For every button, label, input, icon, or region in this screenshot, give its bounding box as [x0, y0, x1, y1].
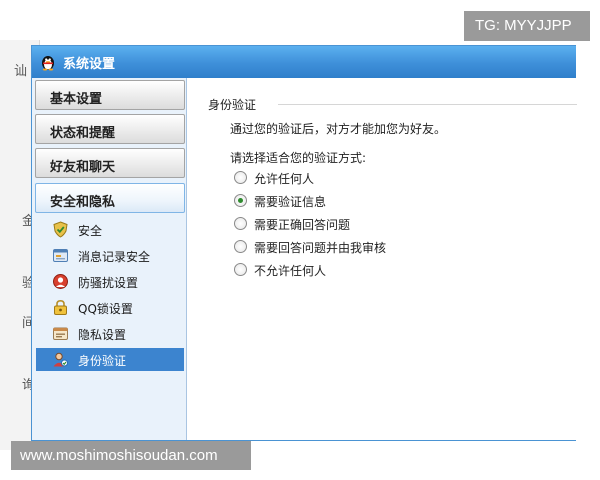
qq-penguin-icon: [42, 56, 54, 71]
identity-verification-panel: 身份验证 通过您的验证后，对方才能加您为好友。 请选择适合您的验证方式: 允许任…: [188, 78, 577, 440]
verification-description: 通过您的验证后，对方才能加您为好友。: [230, 122, 447, 136]
option-label: 需要回答问题并由我审核: [254, 241, 387, 255]
sidebar-item-privacy[interactable]: 隐私设置: [36, 322, 184, 345]
user-verify-icon: [53, 352, 68, 367]
sidebar-item-label: 安全: [78, 224, 103, 238]
privacy-icon: [53, 327, 68, 340]
sidebar-item-message-log-security[interactable]: 消息记录安全: [36, 244, 184, 267]
settings-dialog: 系统设置 基本设置 状态和提醒 好友和聊天 安全和隐私 安全 消息记录安全 防骚…: [31, 45, 577, 441]
sidebar-item-qq-lock[interactable]: QQ锁设置: [36, 296, 184, 319]
title-bar[interactable]: 系统设置: [32, 46, 576, 78]
settings-sidebar: 基本设置 状态和提醒 好友和聊天 安全和隐私 安全 消息记录安全 防骚扰设置 Q…: [32, 78, 187, 440]
radio-button[interactable]: [234, 194, 247, 207]
radio-button[interactable]: [234, 240, 247, 253]
lock-icon: [54, 299, 67, 315]
category-status-reminders[interactable]: 状态和提醒: [35, 114, 185, 144]
window-title: 系统设置: [63, 57, 116, 72]
verification-prompt: 请选择适合您的验证方式:: [230, 151, 367, 165]
option-label: 允许任何人: [254, 172, 315, 186]
sidebar-item-security[interactable]: 安全: [36, 218, 184, 241]
background-text: 讪: [14, 64, 28, 79]
section-title: 身份验证: [208, 98, 257, 112]
option-label: 需要验证信息: [254, 195, 327, 209]
sidebar-item-anti-harassment[interactable]: 防骚扰设置: [36, 270, 184, 293]
option-label: 不允许任何人: [254, 264, 327, 278]
section-divider: [278, 104, 577, 105]
watermark-tg: TG: MYYJJPP: [464, 11, 590, 41]
sidebar-item-label: 消息记录安全: [78, 250, 151, 264]
sidebar-item-identity-verification[interactable]: 身份验证: [36, 348, 184, 371]
shield-icon: [53, 221, 68, 238]
radio-button[interactable]: [234, 217, 247, 230]
category-security-privacy[interactable]: 安全和隐私: [35, 183, 185, 213]
watermark-site: www.moshimoshisoudan.com: [11, 441, 251, 470]
sidebar-item-label: 身份验证: [78, 354, 127, 368]
message-log-icon: [53, 249, 68, 262]
radio-button[interactable]: [234, 263, 247, 276]
category-basic-settings[interactable]: 基本设置: [35, 80, 185, 110]
radio-button[interactable]: [234, 171, 247, 184]
anti-harass-icon: [53, 274, 68, 289]
option-label: 需要正确回答问题: [254, 218, 351, 232]
sidebar-item-label: QQ锁设置: [78, 302, 133, 316]
sidebar-item-label: 防骚扰设置: [78, 276, 139, 290]
category-friends-chat[interactable]: 好友和聊天: [35, 148, 185, 178]
sidebar-item-label: 隐私设置: [78, 328, 127, 342]
